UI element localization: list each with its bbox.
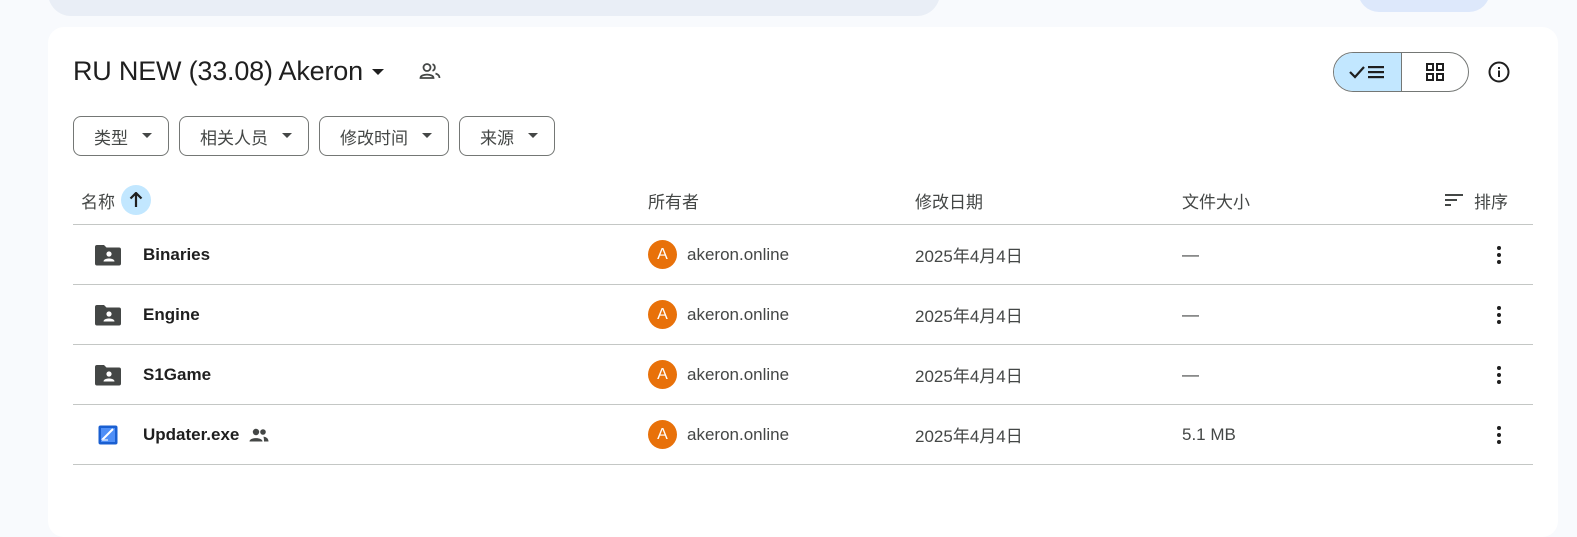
chevron-down-icon bbox=[528, 133, 538, 139]
sort-label: 排序 bbox=[1474, 192, 1508, 212]
owner-cell: A akeron.online bbox=[648, 225, 789, 284]
shared-folder-icon bbox=[95, 225, 121, 284]
top-action-button[interactable] bbox=[1358, 0, 1490, 12]
list-view-button[interactable] bbox=[1334, 53, 1402, 91]
filter-chip-label: 修改时间 bbox=[340, 128, 408, 148]
column-header-size[interactable]: 文件大小 bbox=[1182, 175, 1250, 225]
owner-name: akeron.online bbox=[687, 244, 790, 264]
more-vert-icon[interactable] bbox=[1485, 361, 1513, 389]
shared-folder-icon bbox=[95, 345, 121, 404]
avatar[interactable]: A bbox=[648, 240, 677, 269]
chevron-down-icon bbox=[142, 133, 152, 139]
filter-chip-source[interactable]: 来源 bbox=[459, 116, 555, 156]
chevron-down-icon[interactable] bbox=[371, 68, 385, 76]
file-name[interactable]: S1Game bbox=[143, 365, 211, 385]
folder-title-row: RU NEW (33.08) Akeron bbox=[73, 49, 441, 93]
modified-date: 2025年4月4日 bbox=[915, 427, 1023, 446]
owner-cell: A akeron.online bbox=[648, 405, 789, 464]
executable-file-icon bbox=[98, 405, 118, 464]
table-header: 名称 所有者 修改日期 文件大小 排序 bbox=[73, 175, 1533, 225]
file-size: — bbox=[1182, 244, 1199, 264]
filter-chip-label: 相关人员 bbox=[200, 128, 268, 148]
table-row[interactable]: Binaries A akeron.online 2025年4月4日 — bbox=[73, 225, 1533, 285]
column-header-modified[interactable]: 修改日期 bbox=[915, 175, 983, 225]
view-toggle bbox=[1333, 52, 1469, 92]
file-list: Binaries A akeron.online 2025年4月4日 — Eng… bbox=[73, 225, 1533, 465]
column-label: 文件大小 bbox=[1182, 192, 1250, 212]
column-label: 所有者 bbox=[648, 192, 699, 212]
avatar[interactable]: A bbox=[648, 300, 677, 329]
modified-date: 2025年4月4日 bbox=[915, 367, 1023, 386]
filter-chip-people[interactable]: 相关人员 bbox=[179, 116, 309, 156]
filter-chip-type[interactable]: 类型 bbox=[73, 116, 169, 156]
avatar[interactable]: A bbox=[648, 420, 677, 449]
more-vert-icon[interactable] bbox=[1485, 301, 1513, 329]
table-row[interactable]: S1Game A akeron.online 2025年4月4日 — bbox=[73, 345, 1533, 405]
more-vert-icon[interactable] bbox=[1485, 421, 1513, 449]
column-label: 修改日期 bbox=[915, 192, 983, 212]
table-row[interactable]: Updater.exe A akeron.online 2025年4月4日 5.… bbox=[73, 405, 1533, 465]
chevron-down-icon bbox=[422, 133, 432, 139]
owner-name: akeron.online bbox=[687, 364, 790, 384]
info-button[interactable] bbox=[1484, 57, 1514, 87]
people-icon bbox=[249, 428, 269, 442]
arrow-up-icon[interactable] bbox=[121, 185, 151, 215]
file-name[interactable]: Engine bbox=[143, 305, 200, 325]
table-row[interactable]: Engine A akeron.online 2025年4月4日 — bbox=[73, 285, 1533, 345]
filter-chip-label: 来源 bbox=[480, 128, 514, 148]
people-icon[interactable] bbox=[419, 62, 441, 80]
owner-name: akeron.online bbox=[687, 304, 790, 324]
search-bar[interactable] bbox=[48, 0, 940, 16]
owner-name: akeron.online bbox=[687, 424, 790, 444]
column-header-owner[interactable]: 所有者 bbox=[648, 175, 699, 225]
owner-cell: A akeron.online bbox=[648, 285, 789, 344]
file-size: — bbox=[1182, 304, 1199, 324]
file-size: — bbox=[1182, 364, 1199, 384]
file-size: 5.1 MB bbox=[1182, 424, 1236, 444]
list-check-icon bbox=[1347, 62, 1387, 82]
grid-view-button[interactable] bbox=[1402, 53, 1469, 91]
file-name[interactable]: Binaries bbox=[143, 245, 210, 265]
grid-icon bbox=[1425, 62, 1445, 82]
filter-chip-label: 类型 bbox=[94, 128, 128, 148]
column-label: 名称 bbox=[81, 192, 115, 212]
column-header-name[interactable]: 名称 bbox=[81, 175, 151, 225]
modified-date: 2025年4月4日 bbox=[915, 307, 1023, 326]
filter-chips: 类型 相关人员 修改时间 来源 bbox=[73, 116, 555, 156]
folder-title[interactable]: RU NEW (33.08) Akeron bbox=[73, 56, 363, 87]
file-list-panel: RU NEW (33.08) Akeron 类型 相关人员 修改时间 来源 名称… bbox=[48, 27, 1558, 537]
filter-chip-modified[interactable]: 修改时间 bbox=[319, 116, 449, 156]
modified-date: 2025年4月4日 bbox=[915, 247, 1023, 266]
more-vert-icon[interactable] bbox=[1485, 241, 1513, 269]
shared-folder-icon bbox=[95, 285, 121, 344]
avatar[interactable]: A bbox=[648, 360, 677, 389]
info-icon bbox=[1487, 60, 1511, 84]
sort-icon bbox=[1445, 193, 1463, 207]
file-name[interactable]: Updater.exe bbox=[143, 425, 239, 445]
owner-cell: A akeron.online bbox=[648, 345, 789, 404]
chevron-down-icon bbox=[282, 133, 292, 139]
sort-button[interactable]: 排序 bbox=[1445, 175, 1508, 225]
